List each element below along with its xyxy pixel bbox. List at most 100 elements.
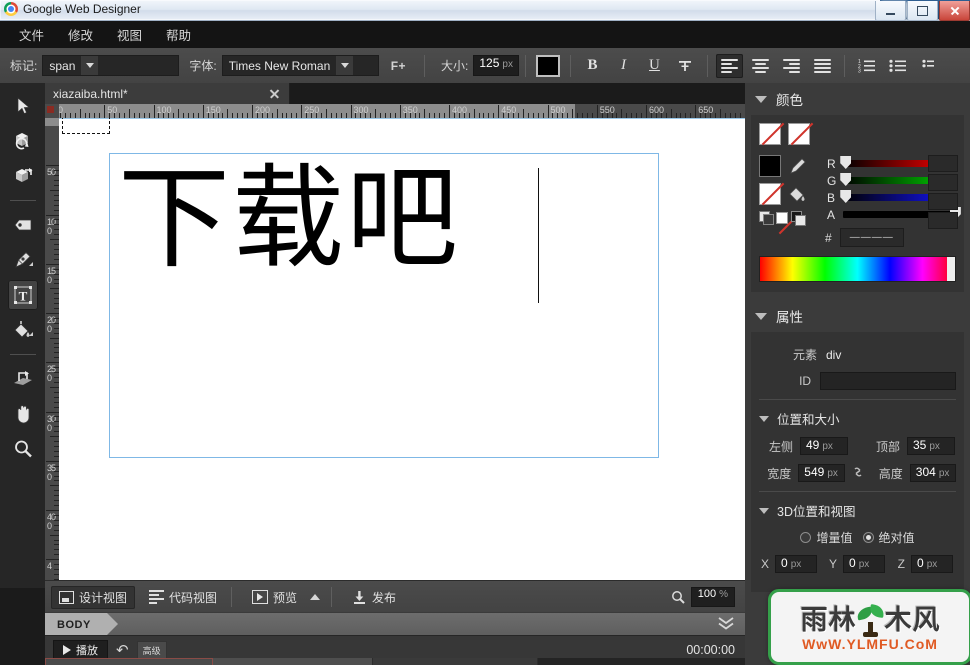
align-center-button[interactable]	[747, 54, 774, 78]
toolbar-divider	[569, 54, 571, 77]
alpha-value-input[interactable]	[928, 212, 958, 229]
fill-color-swatch[interactable]	[759, 183, 781, 205]
pencil-icon[interactable]	[788, 156, 808, 176]
tag-tool[interactable]	[8, 210, 38, 240]
red-value-input[interactable]	[928, 155, 958, 172]
axis-z-input[interactable]: 0 px	[911, 555, 953, 573]
text-tool[interactable]: T	[7, 280, 38, 310]
bold-button[interactable]: B	[579, 54, 606, 78]
no-stroke-swatch[interactable]	[759, 123, 781, 145]
ruler-tick	[202, 105, 204, 118]
align-left-button[interactable]	[715, 53, 743, 78]
watermark-char-3: 木	[884, 604, 912, 636]
chevron-down-icon[interactable]	[759, 507, 769, 514]
publish-button[interactable]: 发布	[344, 586, 404, 609]
close-button[interactable]	[939, 1, 970, 21]
radio-dot-selected	[862, 532, 874, 543]
transform-tool[interactable]	[8, 364, 38, 394]
axis-x-input[interactable]: 0 px	[775, 555, 817, 573]
default-colors-icon[interactable]	[791, 211, 806, 226]
align-justify-button[interactable]	[809, 54, 836, 78]
add-font-button[interactable]: F+	[391, 59, 406, 73]
blue-value-input[interactable]	[928, 193, 958, 210]
design-canvas[interactable]: 下载吧 下载吧	[59, 118, 745, 580]
green-value-input[interactable]	[928, 174, 958, 191]
position-size-section-header[interactable]: 位置和大小	[759, 409, 956, 428]
paint-bucket-icon[interactable]	[788, 184, 808, 204]
italic-button[interactable]: I	[610, 54, 637, 78]
chevron-down-icon[interactable]	[755, 312, 767, 320]
height-input[interactable]: 304 px	[909, 464, 956, 482]
zoom-tool[interactable]	[8, 434, 38, 464]
menu-help[interactable]: 帮助	[155, 21, 202, 48]
timeline-segment[interactable]	[45, 658, 213, 665]
menu-edit[interactable]: 修改	[57, 21, 104, 48]
zoom-level-input[interactable]: 100 %	[690, 587, 735, 607]
chevron-down-icon[interactable]	[81, 56, 99, 75]
ruler-origin-corner[interactable]	[45, 104, 59, 118]
element-value: div	[826, 347, 842, 362]
menu-view[interactable]: 视图	[106, 21, 153, 48]
design-view-button[interactable]: 设计视图	[51, 585, 136, 609]
3d-section-header[interactable]: 3D位置和视图	[759, 501, 956, 520]
link-aspect-ratio-icon[interactable]	[850, 465, 866, 482]
font-family-select[interactable]: Times New Roman	[221, 55, 379, 76]
window-controls[interactable]	[874, 1, 970, 21]
ordered-list-button[interactable]: 1 2 3	[853, 54, 880, 78]
3d-rotate-tool[interactable]	[8, 126, 38, 156]
swap-colors-icon[interactable]	[759, 211, 774, 225]
align-center-icon	[751, 58, 769, 73]
pen-tool[interactable]	[8, 245, 38, 275]
timeline-segment[interactable]	[373, 658, 538, 665]
menu-file[interactable]: 文件	[8, 21, 55, 48]
minimize-icon	[886, 12, 895, 15]
document-tab[interactable]: xiazaiba.html*	[45, 83, 290, 104]
chevron-down-icon[interactable]	[755, 95, 767, 103]
code-view-button[interactable]: 代码视图	[141, 586, 225, 609]
no-fill-swatch[interactable]	[788, 123, 810, 145]
properties-panel-header[interactable]: 属性	[745, 300, 970, 332]
preview-options-button[interactable]	[305, 591, 325, 603]
timeline-segment[interactable]	[213, 658, 373, 665]
indent-button[interactable]	[915, 54, 942, 78]
timeline-track[interactable]	[45, 658, 745, 665]
ruler-tick	[670, 109, 672, 118]
breadcrumb-item-body[interactable]: BODY	[45, 613, 118, 636]
selected-element-box[interactable]: 下载吧	[109, 153, 659, 458]
width-input[interactable]: 549 px	[798, 464, 845, 482]
play-label: 播放	[76, 645, 98, 657]
hex-input[interactable]: ————	[839, 228, 904, 247]
select-tool[interactable]	[8, 91, 38, 121]
numbered-list-icon: 1 2 3	[858, 59, 875, 73]
top-input[interactable]: 35 px	[907, 437, 955, 455]
color-panel-header[interactable]: 颜色	[745, 83, 970, 115]
font-size-input[interactable]: 125 px	[473, 55, 519, 76]
3d-translate-tool[interactable]	[8, 161, 38, 191]
canvas-text[interactable]: 下载吧	[118, 161, 460, 280]
close-icon[interactable]	[268, 87, 281, 100]
id-input[interactable]	[820, 372, 956, 390]
color-spectrum[interactable]	[759, 256, 956, 282]
undo-button[interactable]: ↶	[116, 643, 129, 658]
minimize-button[interactable]	[875, 1, 906, 21]
radio-absolute[interactable]: 绝对值	[862, 529, 915, 546]
align-right-button[interactable]	[778, 54, 805, 78]
strikethrough-button[interactable]	[672, 54, 699, 78]
collapse-panel-button[interactable]	[717, 615, 735, 634]
stroke-color-swatch[interactable]	[759, 155, 781, 177]
advanced-mode-button[interactable]: 高级	[136, 641, 167, 659]
hand-tool[interactable]	[8, 399, 38, 429]
underline-button[interactable]: U	[641, 54, 668, 78]
no-color-icon[interactable]	[776, 211, 788, 224]
maximize-button[interactable]	[907, 1, 938, 21]
radio-increment[interactable]: 增量值	[800, 529, 853, 546]
chevron-down-icon[interactable]	[759, 415, 769, 422]
preview-button[interactable]: 预览	[244, 586, 305, 609]
text-color-swatch[interactable]	[535, 54, 560, 77]
axis-y-input[interactable]: 0 px	[843, 555, 885, 573]
tag-select[interactable]: span	[42, 55, 180, 76]
chevron-down-icon[interactable]	[336, 56, 354, 75]
unordered-list-button[interactable]	[884, 54, 911, 78]
paint-bucket-tool[interactable]	[8, 315, 38, 345]
left-input[interactable]: 49 px	[800, 437, 848, 455]
